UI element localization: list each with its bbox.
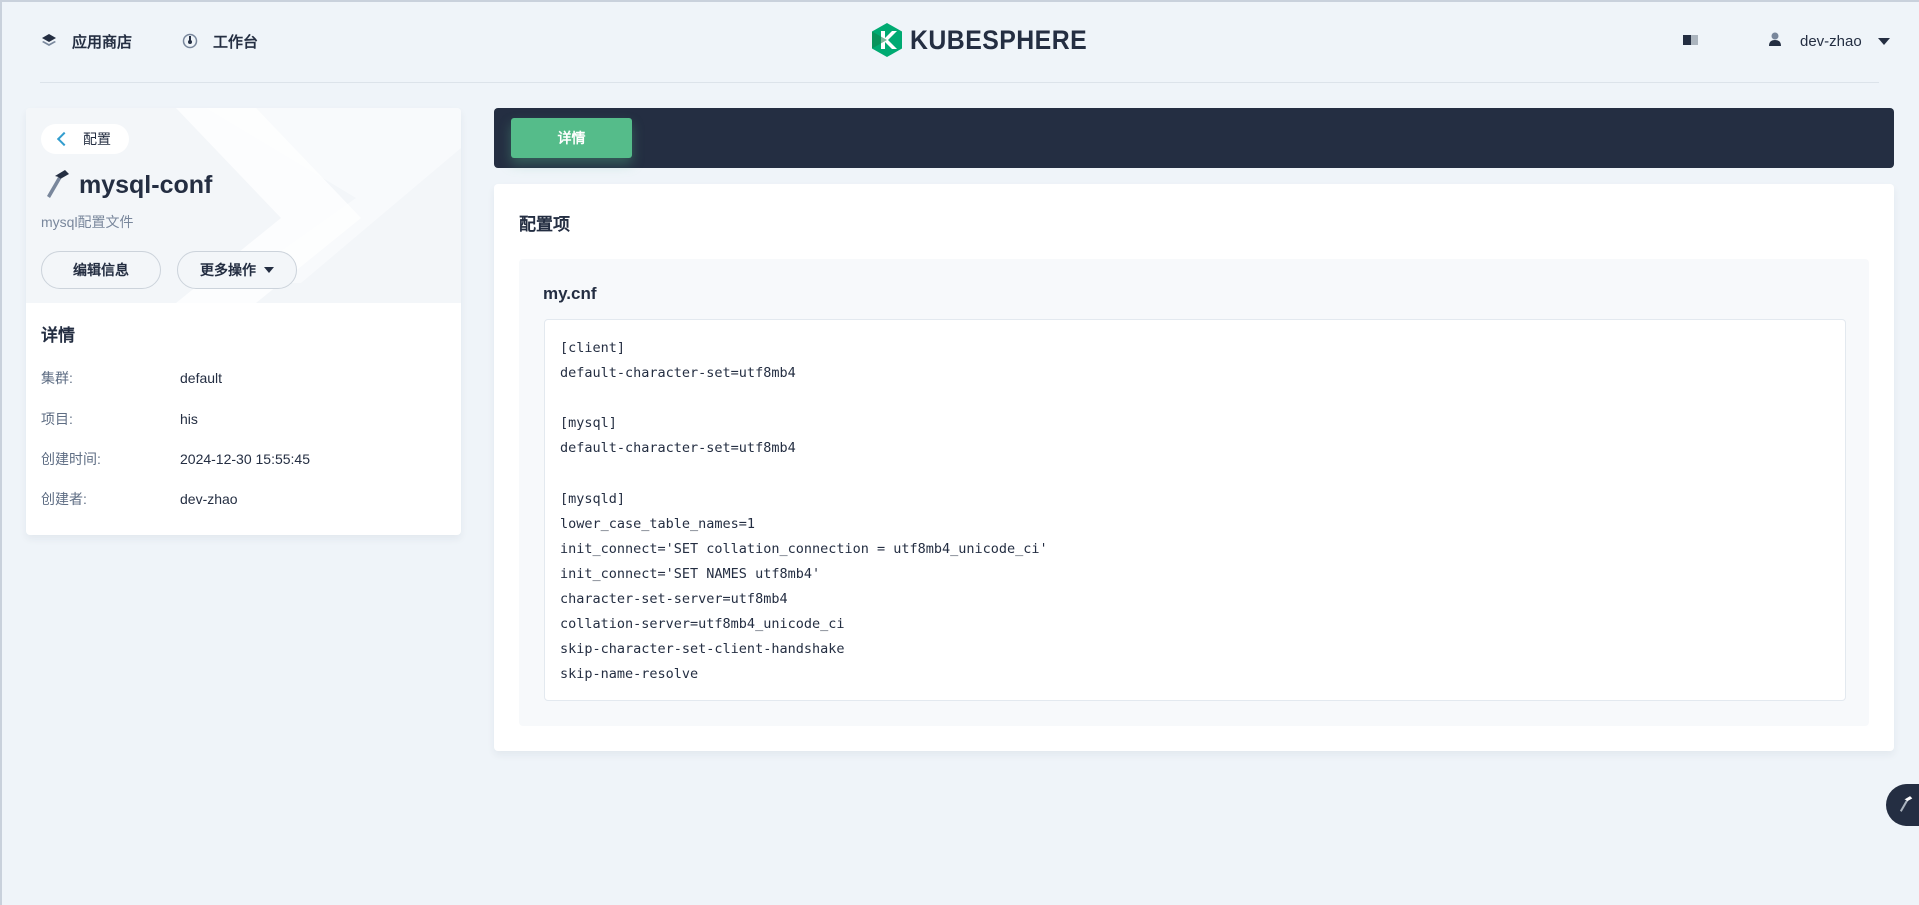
- detail-value: his: [180, 411, 198, 427]
- config-card: 配置项 my.cnf [client] default-character-se…: [494, 184, 1894, 751]
- toolbox-button[interactable]: [1886, 784, 1919, 826]
- layers-icon: [40, 32, 58, 50]
- config-item-key: my.cnf: [543, 284, 597, 303]
- detail-row-creator: 创建者: dev-zhao: [41, 489, 238, 509]
- hammer-icon: [1896, 795, 1914, 816]
- resource-name: mysql-conf: [79, 171, 213, 199]
- details-title: 详情: [41, 326, 75, 345]
- tab-bar: 详情: [494, 108, 1894, 168]
- detail-value: default: [180, 370, 223, 386]
- top-header: 应用商店 工作台 KUBESPHERE dev-zhao: [0, 0, 1919, 82]
- dashboard-icon: [181, 32, 199, 50]
- detail-row-cluster: 集群: default: [41, 368, 222, 388]
- book-icon: [1682, 33, 1700, 50]
- edit-info-button[interactable]: 编辑信息: [41, 251, 161, 289]
- hammer-icon: [41, 168, 71, 203]
- detail-key: 集群:: [41, 370, 73, 386]
- detail-value: 2024-12-30 15:55:45: [180, 451, 310, 467]
- more-actions-button[interactable]: 更多操作: [177, 251, 297, 289]
- chevron-down-icon: [1877, 37, 1890, 45]
- config-item: my.cnf [client] default-character-set=ut…: [519, 259, 1869, 726]
- nav-app-store-label: 应用商店: [72, 33, 133, 51]
- nav-workbench[interactable]: 工作台: [181, 28, 258, 54]
- edit-info-label: 编辑信息: [73, 262, 129, 278]
- detail-value: dev-zhao: [180, 491, 238, 507]
- theme-toggle[interactable]: [1682, 28, 1700, 54]
- kubesphere-logo[interactable]: KUBESPHERE: [870, 22, 1103, 58]
- user-menu[interactable]: dev-zhao: [1768, 28, 1890, 54]
- back-button[interactable]: 配置: [41, 124, 129, 154]
- chevron-left-icon: [56, 131, 72, 147]
- detail-row-created-time: 创建时间: 2024-12-30 15:55:45: [41, 449, 310, 469]
- config-item-value: [client] default-character-set=utf8mb4 […: [560, 340, 1048, 683]
- nav-workbench-label: 工作台: [213, 33, 259, 51]
- more-actions-label: 更多操作: [200, 262, 256, 278]
- resource-info-card: 配置 mysql-conf mysql配置文件 编辑信息 更多操作 详情 集群:…: [26, 108, 461, 535]
- back-label: 配置: [83, 131, 111, 147]
- config-section-title: 配置项: [519, 215, 570, 234]
- detail-key: 创建时间:: [41, 451, 101, 467]
- detail-row-project: 项目: his: [41, 409, 198, 429]
- chevron-down-icon: [264, 267, 274, 273]
- resource-hero: 配置 mysql-conf mysql配置文件 编辑信息 更多操作: [26, 108, 461, 303]
- resource-title: mysql-conf: [41, 168, 212, 203]
- detail-key: 项目:: [41, 411, 73, 427]
- detail-key: 创建者:: [41, 491, 87, 507]
- tab-details[interactable]: 详情: [511, 118, 632, 158]
- user-name: dev-zhao: [1800, 32, 1862, 50]
- user-icon: [1768, 31, 1782, 51]
- nav-app-store[interactable]: 应用商店: [40, 28, 132, 54]
- kubesphere-logo-text: KUBESPHERE: [910, 24, 1088, 55]
- config-item-value-box[interactable]: [client] default-character-set=utf8mb4 […: [544, 319, 1846, 701]
- kubesphere-logo-icon: [872, 23, 902, 57]
- resource-description: mysql配置文件: [41, 214, 134, 230]
